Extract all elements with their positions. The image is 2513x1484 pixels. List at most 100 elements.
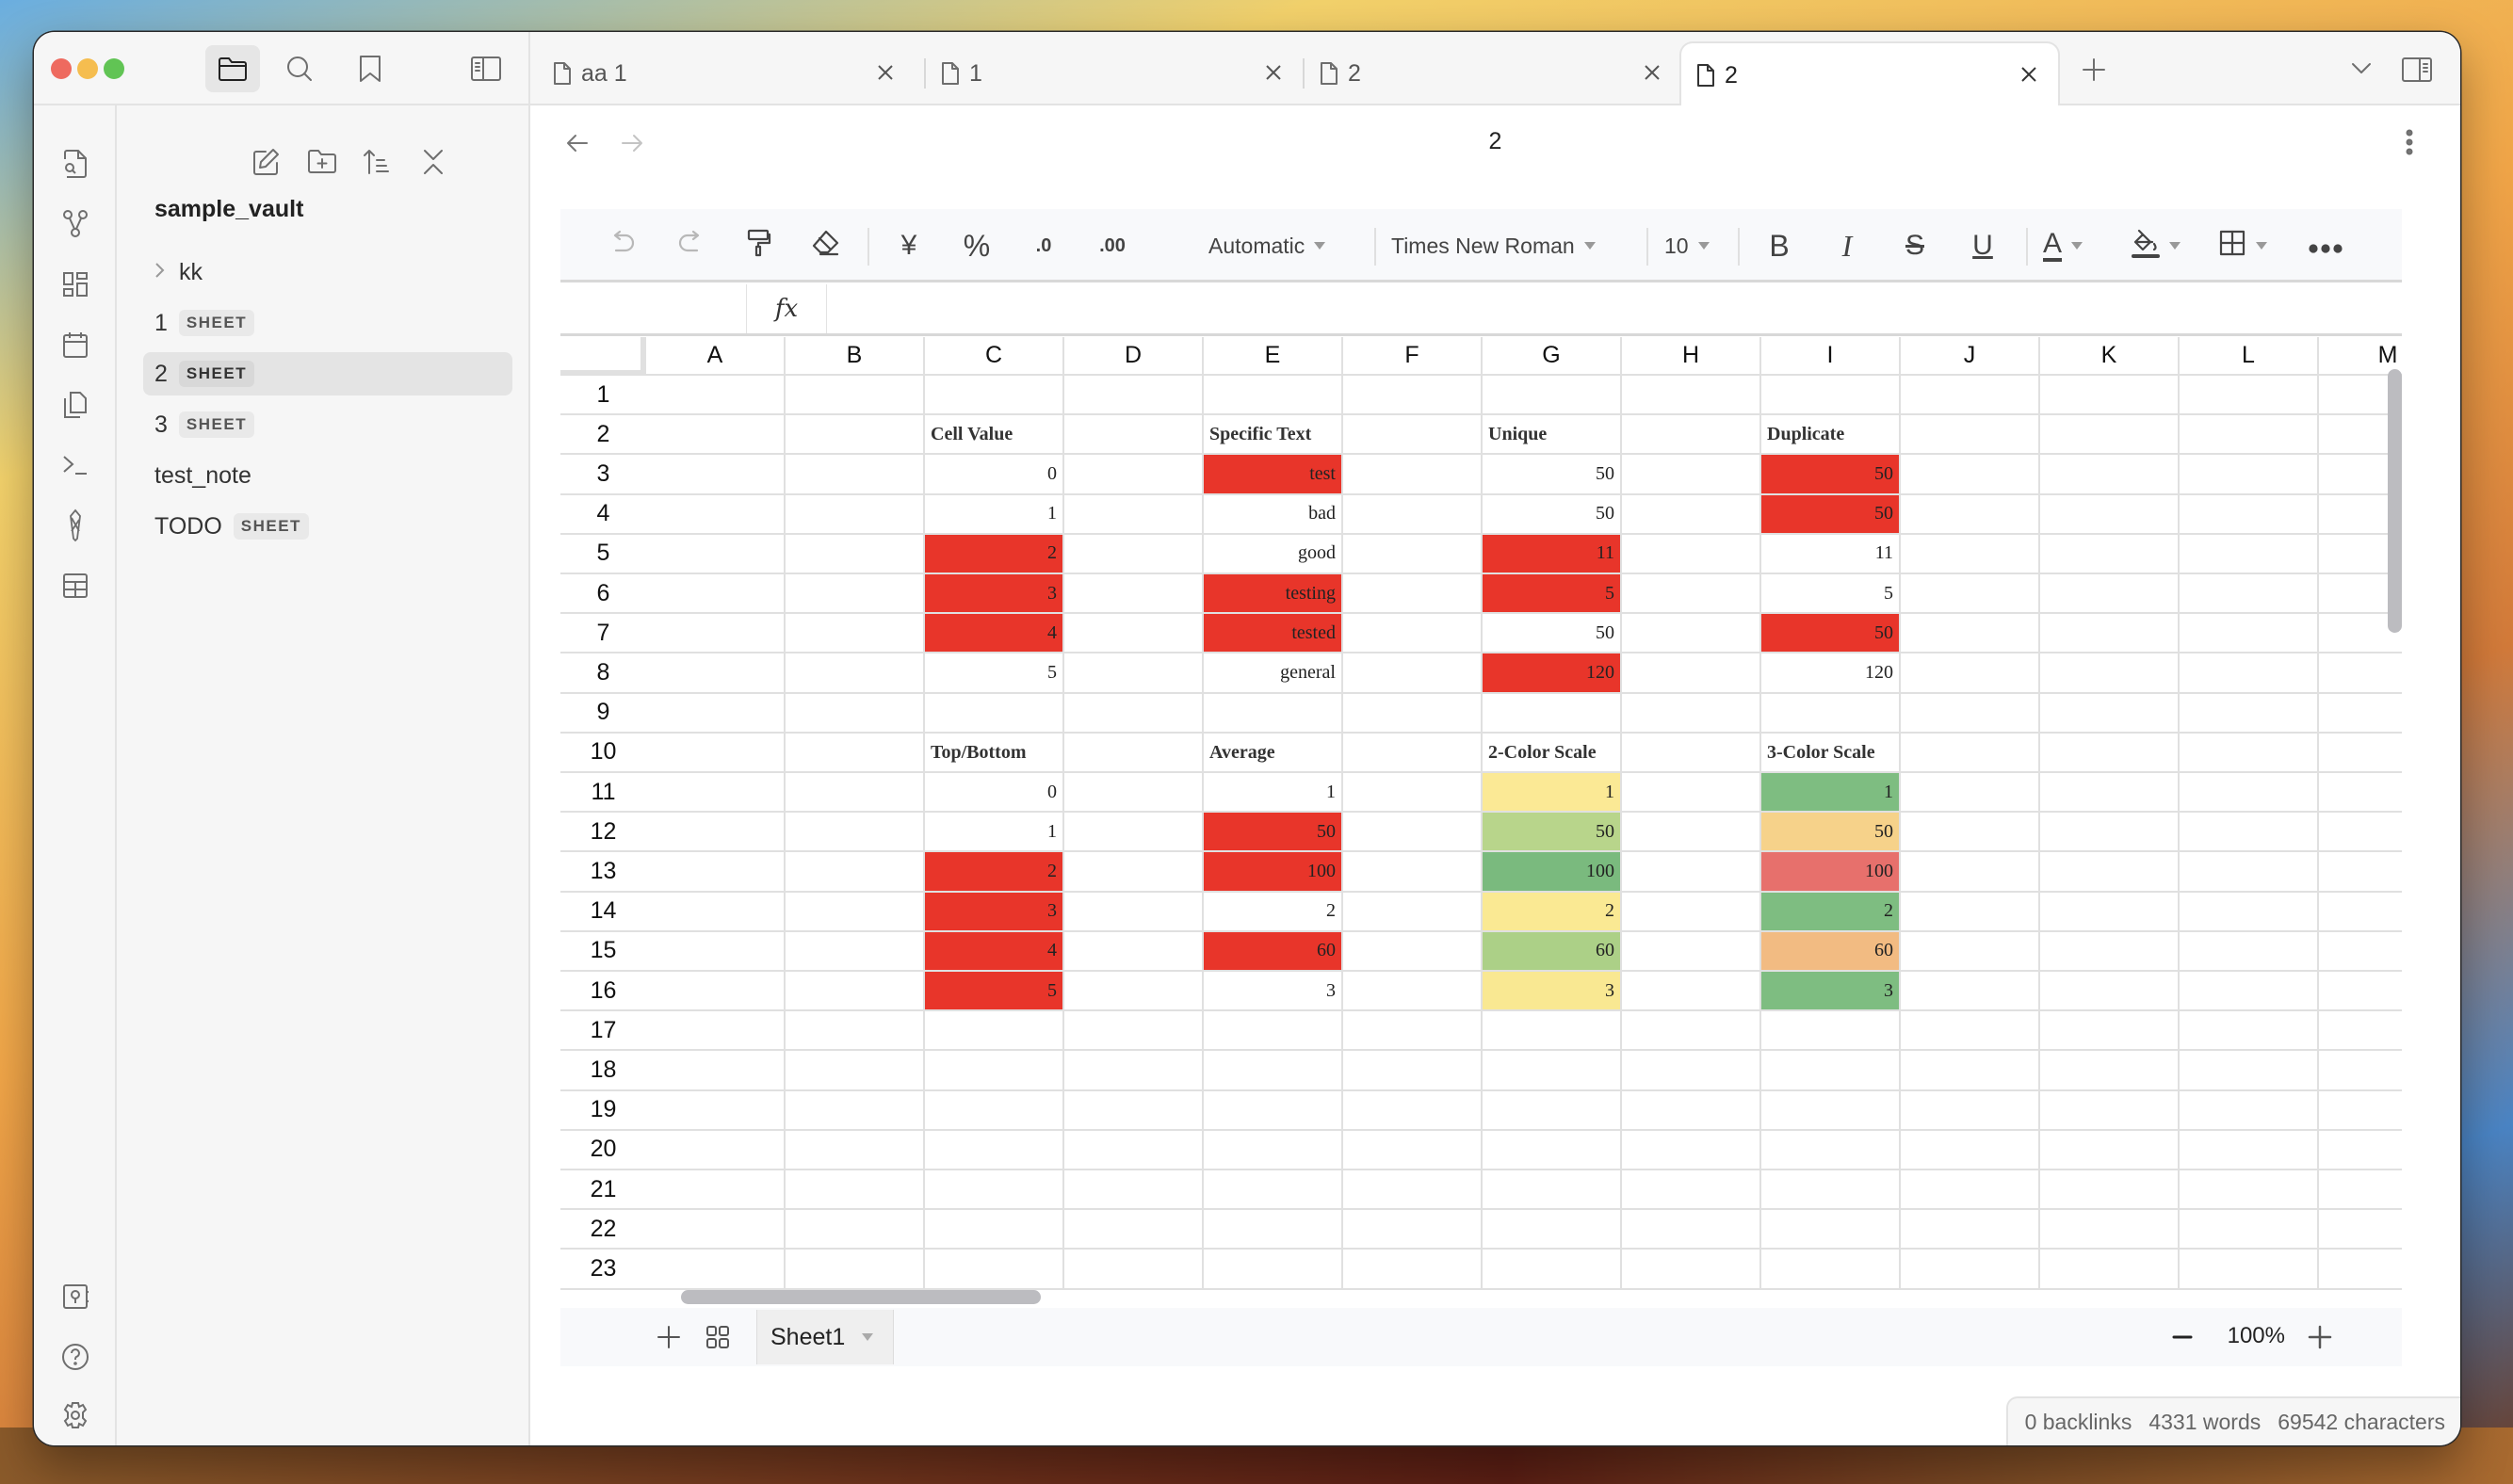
caret-down-icon[interactable]	[862, 1333, 874, 1341]
cell-f7[interactable]	[1343, 614, 1483, 654]
cell-e14[interactable]: 2	[1204, 892, 1343, 932]
cell-a18[interactable]	[646, 1051, 786, 1091]
cell-c17[interactable]	[925, 1011, 1064, 1052]
cell-g10[interactable]: 2-Color Scale	[1483, 733, 1622, 773]
tab-2[interactable]: 2	[1305, 41, 1681, 105]
dashboard-icon[interactable]	[57, 266, 94, 303]
tree-file-3[interactable]: 3 SHEET	[143, 403, 512, 446]
cell-a19[interactable]	[646, 1090, 786, 1131]
cell-b8[interactable]	[786, 653, 925, 694]
cell-a21[interactable]	[646, 1170, 786, 1211]
search-button[interactable]	[272, 45, 327, 92]
cell-c4[interactable]: 1	[925, 494, 1064, 535]
cell-d8[interactable]	[1064, 653, 1204, 694]
cell-j21[interactable]	[1901, 1170, 2040, 1211]
cell-c22[interactable]	[925, 1210, 1064, 1250]
cell-i3[interactable]: 50	[1761, 455, 1901, 495]
cell-e17[interactable]	[1204, 1011, 1343, 1052]
cell-d23[interactable]	[1064, 1250, 1204, 1290]
cell-k7[interactable]	[2040, 614, 2180, 654]
cell-l20[interactable]	[2180, 1130, 2319, 1170]
row-header-6[interactable]: 6	[560, 574, 646, 615]
cell-l11[interactable]	[2180, 773, 2319, 814]
tree-folder-kk[interactable]: kk	[143, 250, 512, 294]
cell-a12[interactable]	[646, 813, 786, 853]
cell-b16[interactable]	[786, 972, 925, 1012]
cell-e7[interactable]: tested	[1204, 614, 1343, 654]
cell-g2[interactable]: Unique	[1483, 415, 1622, 456]
cell-f20[interactable]	[1343, 1130, 1483, 1170]
cell-k19[interactable]	[2040, 1090, 2180, 1131]
cell-i18[interactable]	[1761, 1051, 1901, 1091]
clear-format-button[interactable]	[805, 223, 847, 268]
cell-a10[interactable]	[646, 733, 786, 773]
cell-e22[interactable]	[1204, 1210, 1343, 1250]
cell-l15[interactable]	[2180, 931, 2319, 972]
all-sheets-button[interactable]	[702, 1321, 734, 1353]
cell-e12[interactable]: 50	[1204, 813, 1343, 853]
cell-k20[interactable]	[2040, 1130, 2180, 1170]
cell-l4[interactable]	[2180, 494, 2319, 535]
cell-h22[interactable]	[1622, 1210, 1761, 1250]
cell-g23[interactable]	[1483, 1250, 1622, 1290]
cell-h4[interactable]	[1622, 494, 1761, 535]
cell-g12[interactable]: 50	[1483, 813, 1622, 853]
column-header-d[interactable]: D	[1064, 337, 1204, 376]
number-format-select[interactable]: Automatic	[1208, 223, 1326, 268]
row-header-19[interactable]: 19	[560, 1091, 646, 1131]
cell-j7[interactable]	[1901, 614, 2040, 654]
cell-l1[interactable]	[2180, 376, 2319, 416]
cell-f1[interactable]	[1343, 376, 1483, 416]
cell-h12[interactable]	[1622, 813, 1761, 853]
cell-i15[interactable]: 60	[1761, 931, 1901, 972]
cell-e3[interactable]: test	[1204, 455, 1343, 495]
cell-i14[interactable]: 2	[1761, 892, 1901, 932]
cell-a11[interactable]	[646, 773, 786, 814]
cell-k6[interactable]	[2040, 574, 2180, 615]
cell-i8[interactable]: 120	[1761, 653, 1901, 694]
cell-a6[interactable]	[646, 574, 786, 615]
cell-m12[interactable]	[2319, 813, 2402, 853]
tree-file-1[interactable]: 1 SHEET	[143, 301, 512, 345]
cell-e23[interactable]	[1204, 1250, 1343, 1290]
cell-k14[interactable]	[2040, 892, 2180, 932]
row-header-23[interactable]: 23	[560, 1250, 646, 1290]
cell-h15[interactable]	[1622, 931, 1761, 972]
cell-h19[interactable]	[1622, 1090, 1761, 1131]
cell-m8[interactable]	[2319, 653, 2402, 694]
cell-m15[interactable]	[2319, 932, 2402, 972]
cell-d6[interactable]	[1064, 574, 1204, 615]
column-header-h[interactable]: H	[1622, 337, 1761, 376]
cell-a8[interactable]	[646, 653, 786, 694]
cell-j5[interactable]	[1901, 534, 2040, 574]
cell-c23[interactable]	[925, 1250, 1064, 1290]
cell-a13[interactable]	[646, 852, 786, 893]
cell-l3[interactable]	[2180, 455, 2319, 495]
cell-a16[interactable]	[646, 972, 786, 1012]
cell-c20[interactable]	[925, 1130, 1064, 1170]
cell-m19[interactable]	[2319, 1091, 2402, 1131]
cell-b13[interactable]	[786, 852, 925, 893]
cell-h6[interactable]	[1622, 574, 1761, 615]
row-header-16[interactable]: 16	[560, 972, 646, 1012]
cell-i6[interactable]: 5	[1761, 574, 1901, 615]
excalidraw-icon[interactable]	[57, 507, 94, 544]
spreadsheet-grid[interactable]: A B C D E F G H I J K L M 1 2 Cell Value Specific Text Un…	[560, 337, 2402, 1306]
cell-c13[interactable]: 2	[925, 852, 1064, 893]
cell-j13[interactable]	[1901, 852, 2040, 893]
cell-i11[interactable]: 1	[1761, 773, 1901, 814]
cell-f2[interactable]	[1343, 415, 1483, 456]
redo-button[interactable]	[670, 223, 711, 268]
cell-l7[interactable]	[2180, 614, 2319, 654]
format-painter-button[interactable]	[738, 223, 779, 268]
cell-l13[interactable]	[2180, 852, 2319, 893]
cell-k1[interactable]	[2040, 376, 2180, 416]
vertical-scrollbar[interactable]	[2388, 369, 2402, 633]
cell-b23[interactable]	[786, 1250, 925, 1290]
tree-file-2[interactable]: 2 SHEET	[143, 352, 512, 395]
cell-e6[interactable]: testing	[1204, 574, 1343, 615]
cell-m22[interactable]	[2319, 1210, 2402, 1250]
row-header-20[interactable]: 20	[560, 1131, 646, 1170]
right-sidebar-toggle[interactable]	[2398, 51, 2436, 89]
cell-e11[interactable]: 1	[1204, 773, 1343, 814]
